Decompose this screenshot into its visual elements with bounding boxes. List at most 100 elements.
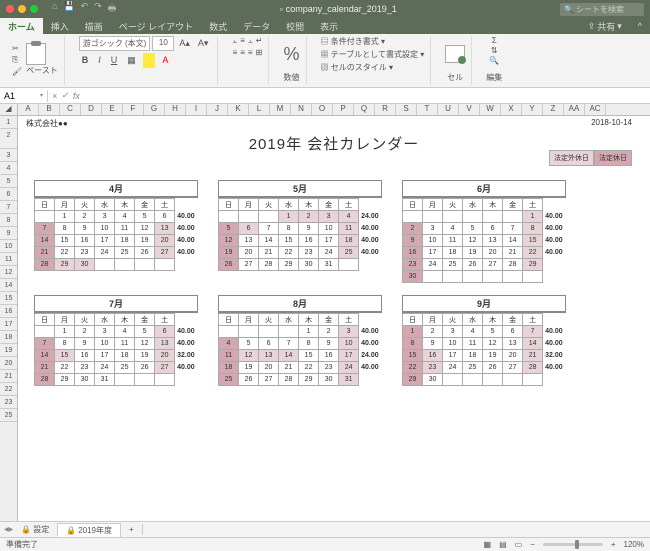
tab-formula[interactable]: 数式 — [201, 18, 235, 34]
sort-icon[interactable]: ⇅ — [491, 46, 498, 55]
tab-draw[interactable]: 描画 — [77, 18, 111, 34]
font-select[interactable]: 游ゴシック (本文) — [79, 36, 151, 51]
row-header[interactable]: 5 — [0, 175, 17, 188]
font-color-icon[interactable]: A — [159, 53, 171, 68]
collapse-ribbon-icon[interactable]: ^ — [630, 18, 650, 34]
col-header[interactable]: AC — [585, 104, 606, 115]
col-header[interactable]: H — [165, 104, 186, 115]
tab-layout[interactable]: ページ レイアウト — [111, 18, 201, 34]
minimize-icon[interactable] — [18, 5, 26, 13]
align-bot-icon[interactable]: ⫠ — [248, 36, 253, 46]
tab-review[interactable]: 校閲 — [278, 18, 312, 34]
row-header[interactable]: 12 — [0, 266, 17, 279]
view-layout-icon[interactable]: ▤ — [499, 540, 507, 549]
row-header[interactable]: 1 — [0, 116, 17, 129]
row-header[interactable]: 2 — [0, 129, 17, 149]
col-header[interactable]: AA — [564, 104, 585, 115]
bold-button[interactable]: B — [79, 53, 92, 68]
worksheet-content[interactable]: 株式会社●● 2018-10-14 2019年 会社カレンダー 法定外休日 法定… — [18, 116, 650, 521]
redo-icon[interactable]: ↷ — [94, 1, 102, 17]
col-header[interactable]: U — [438, 104, 459, 115]
align-left-icon[interactable]: ≡ — [233, 48, 238, 57]
col-header[interactable]: J — [207, 104, 228, 115]
row-header[interactable]: 3 — [0, 149, 17, 162]
zoom-out-icon[interactable]: − — [530, 540, 535, 549]
row-header[interactable]: 8 — [0, 214, 17, 227]
zoom-in-icon[interactable]: + — [611, 540, 616, 549]
sheet-tab-2019[interactable]: 🔒 2019年度 — [58, 523, 121, 538]
col-header[interactable]: C — [60, 104, 81, 115]
column-headers[interactable]: ◢ ABCDEFGHIJKLMNOPQRSTUVWXYZAAAC — [0, 104, 650, 116]
cell-style-button[interactable]: ▧ セルのスタイル ▾ — [321, 62, 393, 73]
confirm-icon[interactable]: ✓ — [61, 90, 69, 101]
col-header[interactable]: G — [144, 104, 165, 115]
copy-icon[interactable]: ⎘ — [12, 55, 22, 65]
autosum-icon[interactable]: Σ — [492, 36, 497, 45]
col-header[interactable]: R — [375, 104, 396, 115]
row-header[interactable]: 18 — [0, 331, 17, 344]
shrink-font-icon[interactable]: A▾ — [195, 36, 212, 51]
col-header[interactable]: M — [270, 104, 291, 115]
view-break-icon[interactable]: ▭ — [515, 540, 523, 549]
undo-icon[interactable]: ↶ — [81, 1, 89, 17]
col-header[interactable]: L — [249, 104, 270, 115]
percent-icon[interactable]: % — [283, 44, 299, 65]
share-button[interactable]: ⇪ 共有 ▾ — [580, 18, 630, 34]
align-center-icon[interactable]: ≡ — [240, 48, 245, 57]
row-header[interactable]: 17 — [0, 318, 17, 331]
row-header[interactable]: 23 — [0, 396, 17, 409]
grow-font-icon[interactable]: A▴ — [176, 36, 193, 51]
fx-icon[interactable]: fx — [73, 91, 80, 101]
wrap-icon[interactable]: ↵ — [256, 36, 263, 46]
border-icon[interactable]: ▦ — [124, 53, 139, 68]
row-header[interactable]: 19 — [0, 344, 17, 357]
cancel-icon[interactable]: × — [52, 91, 57, 101]
col-header[interactable]: B — [39, 104, 60, 115]
row-header[interactable]: 11 — [0, 253, 17, 266]
row-header[interactable]: 14 — [0, 279, 17, 292]
find-icon[interactable]: 🔍 — [489, 56, 499, 65]
table-format-button[interactable]: ▦ テーブルとして書式設定 ▾ — [321, 49, 425, 60]
col-header[interactable]: Y — [522, 104, 543, 115]
col-header[interactable]: Q — [354, 104, 375, 115]
fontsize-input[interactable]: 10 — [152, 36, 174, 51]
sheet-tab-settings[interactable]: 🔒 設定 — [13, 523, 58, 536]
tab-data[interactable]: データ — [235, 18, 278, 34]
home-icon[interactable]: ⌂ — [52, 1, 57, 17]
tab-home[interactable]: ホーム — [0, 18, 43, 34]
col-header[interactable]: N — [291, 104, 312, 115]
col-header[interactable]: T — [417, 104, 438, 115]
row-header[interactable]: 25 — [0, 409, 17, 422]
insert-cell-icon[interactable] — [445, 45, 465, 63]
close-icon[interactable] — [6, 5, 14, 13]
format-painter-icon[interactable]: 🖌 — [12, 67, 22, 76]
col-header[interactable]: S — [396, 104, 417, 115]
zoom-slider[interactable] — [543, 543, 603, 546]
align-top-icon[interactable]: ⫠ — [232, 36, 237, 46]
align-mid-icon[interactable]: ≡ — [240, 36, 245, 46]
tab-view[interactable]: 表示 — [312, 18, 346, 34]
maximize-icon[interactable] — [30, 5, 38, 13]
select-all-corner[interactable]: ◢ — [0, 104, 18, 115]
col-header[interactable]: E — [102, 104, 123, 115]
italic-button[interactable]: I — [95, 53, 104, 68]
name-box[interactable]: A1▾ — [0, 90, 48, 102]
row-headers[interactable]: 1234567891011121415161718192021222325 — [0, 116, 18, 521]
col-header[interactable]: I — [186, 104, 207, 115]
col-header[interactable]: F — [123, 104, 144, 115]
tab-insert[interactable]: 挿入 — [43, 18, 77, 34]
row-header[interactable]: 6 — [0, 188, 17, 201]
print-icon[interactable]: 🖶 — [108, 1, 117, 17]
row-header[interactable]: 22 — [0, 383, 17, 396]
merge-icon[interactable]: ⊞ — [256, 48, 263, 57]
save-icon[interactable]: 💾 — [63, 1, 74, 17]
underline-button[interactable]: U — [108, 53, 121, 68]
col-header[interactable]: D — [81, 104, 102, 115]
col-header[interactable]: O — [312, 104, 333, 115]
row-header[interactable]: 15 — [0, 292, 17, 305]
cut-icon[interactable]: ✂ — [12, 44, 22, 53]
row-header[interactable]: 16 — [0, 305, 17, 318]
add-sheet-button[interactable]: + — [121, 524, 143, 535]
col-header[interactable]: X — [501, 104, 522, 115]
cond-format-button[interactable]: ▤ 条件付き書式 ▾ — [321, 36, 385, 47]
